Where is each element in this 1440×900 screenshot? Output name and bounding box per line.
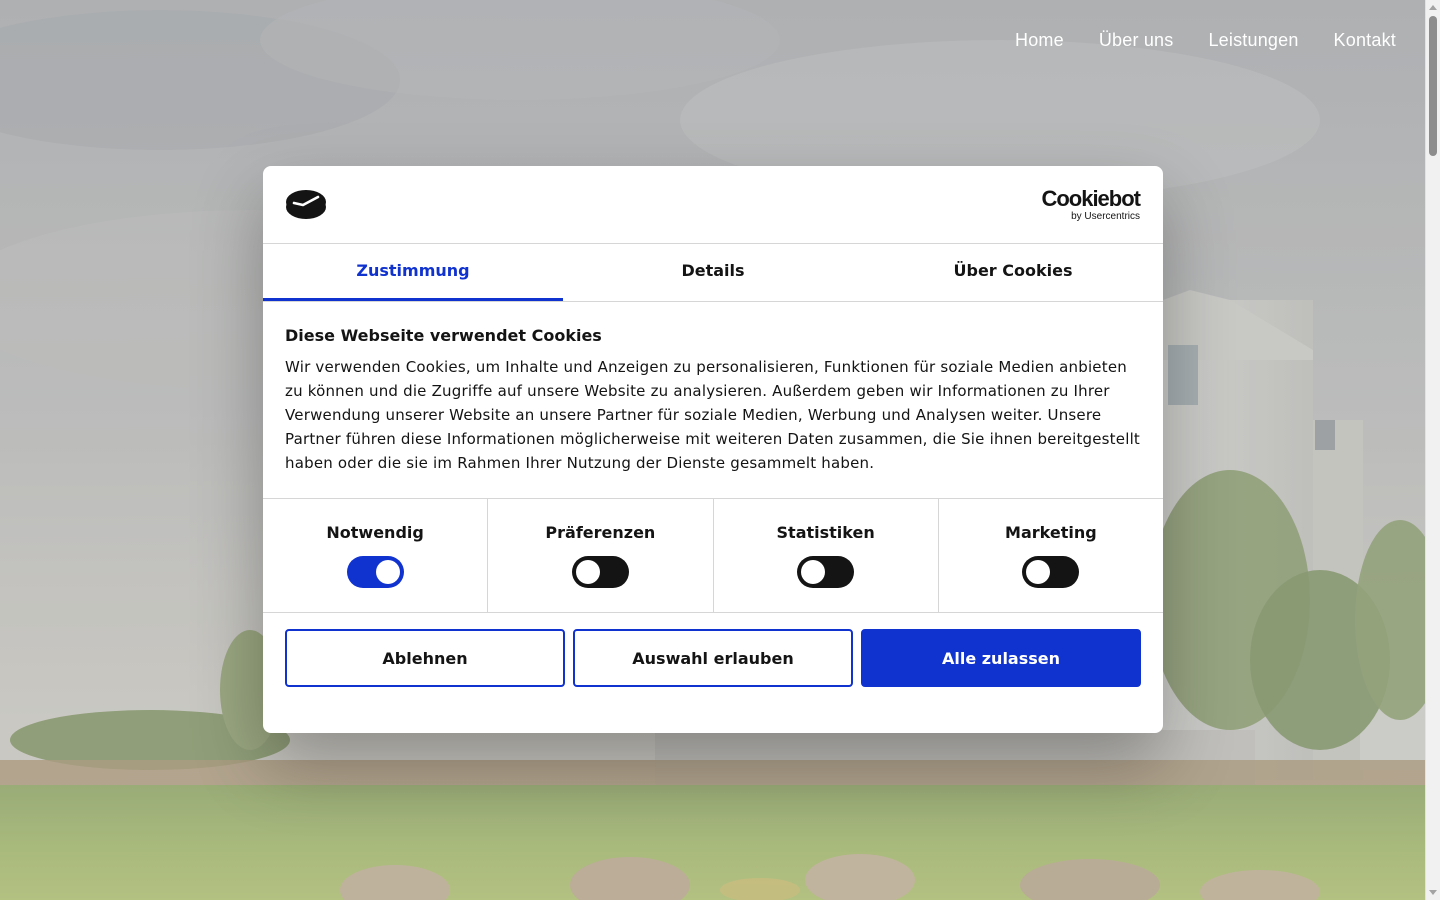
dialog-heading: Diese Webseite verwendet Cookies xyxy=(285,326,602,345)
brand-name: Cookiebot xyxy=(1041,186,1141,211)
allow-selection-button[interactable]: Auswahl erlauben xyxy=(573,629,853,687)
necessary-toggle[interactable] xyxy=(346,556,404,588)
decline-button[interactable]: Ablehnen xyxy=(285,629,565,687)
preferences-toggle[interactable] xyxy=(571,556,629,588)
nav-services-link[interactable]: Leistungen xyxy=(1208,30,1298,51)
tab-consent[interactable]: Zustimmung xyxy=(263,244,563,301)
nav-contact-link[interactable]: Kontakt xyxy=(1334,30,1396,51)
toggle-knob xyxy=(375,560,400,584)
toggle-knob xyxy=(575,560,600,584)
toggle-label-necessary: Notwendig xyxy=(326,523,424,542)
toggle-label-marketing: Marketing xyxy=(1005,523,1097,542)
toggle-cell-preferences: Präferenzen xyxy=(488,499,714,612)
consent-toggles: Notwendig Präferenzen Statistiken Market… xyxy=(263,499,1163,613)
nav-home-link[interactable]: Home xyxy=(1015,30,1064,51)
toggle-knob xyxy=(801,560,826,584)
scroll-down-arrow-icon[interactable] xyxy=(1429,890,1437,895)
scrollbar-thumb[interactable] xyxy=(1429,16,1437,156)
page-scrollbar[interactable] xyxy=(1425,0,1440,900)
dialog-header: Cookiebot by Usercentrics xyxy=(263,166,1163,244)
allow-all-button[interactable]: Alle zulassen xyxy=(861,629,1141,687)
toggle-label-statistics: Statistiken xyxy=(776,523,875,542)
toggle-cell-statistics: Statistiken xyxy=(714,499,939,612)
dialog-body: Diese Webseite verwendet Cookies Wir ver… xyxy=(263,302,1163,499)
statistics-toggle[interactable] xyxy=(797,556,855,588)
nav-about-link[interactable]: Über uns xyxy=(1099,30,1174,51)
cookie-logo-icon xyxy=(286,190,326,219)
toggle-knob xyxy=(1026,560,1051,584)
toggle-label-preferences: Präferenzen xyxy=(545,523,656,542)
marketing-toggle[interactable] xyxy=(1022,556,1080,588)
dialog-tabs: Zustimmung Details Über Cookies xyxy=(263,244,1163,302)
dialog-actions: Ablehnen Auswahl erlauben Alle zulassen xyxy=(263,613,1163,687)
tab-details[interactable]: Details xyxy=(563,244,863,301)
page: Home Über uns Leistungen Kontakt Cookieb… xyxy=(0,0,1440,900)
cookie-consent-dialog: Cookiebot by Usercentrics Zustimmung Det… xyxy=(263,166,1163,733)
tab-about-cookies[interactable]: Über Cookies xyxy=(863,244,1163,301)
brand-subtitle: by Usercentrics xyxy=(1071,211,1140,222)
dialog-description: Wir verwenden Cookies, um Inhalte und An… xyxy=(285,358,1141,472)
toggle-cell-marketing: Marketing xyxy=(939,499,1163,612)
cookiebot-brand[interactable]: Cookiebot by Usercentrics xyxy=(1041,186,1141,223)
top-navigation: Home Über uns Leistungen Kontakt xyxy=(1015,30,1396,51)
toggle-cell-necessary: Notwendig xyxy=(263,499,489,612)
scroll-up-arrow-icon[interactable] xyxy=(1429,5,1437,10)
